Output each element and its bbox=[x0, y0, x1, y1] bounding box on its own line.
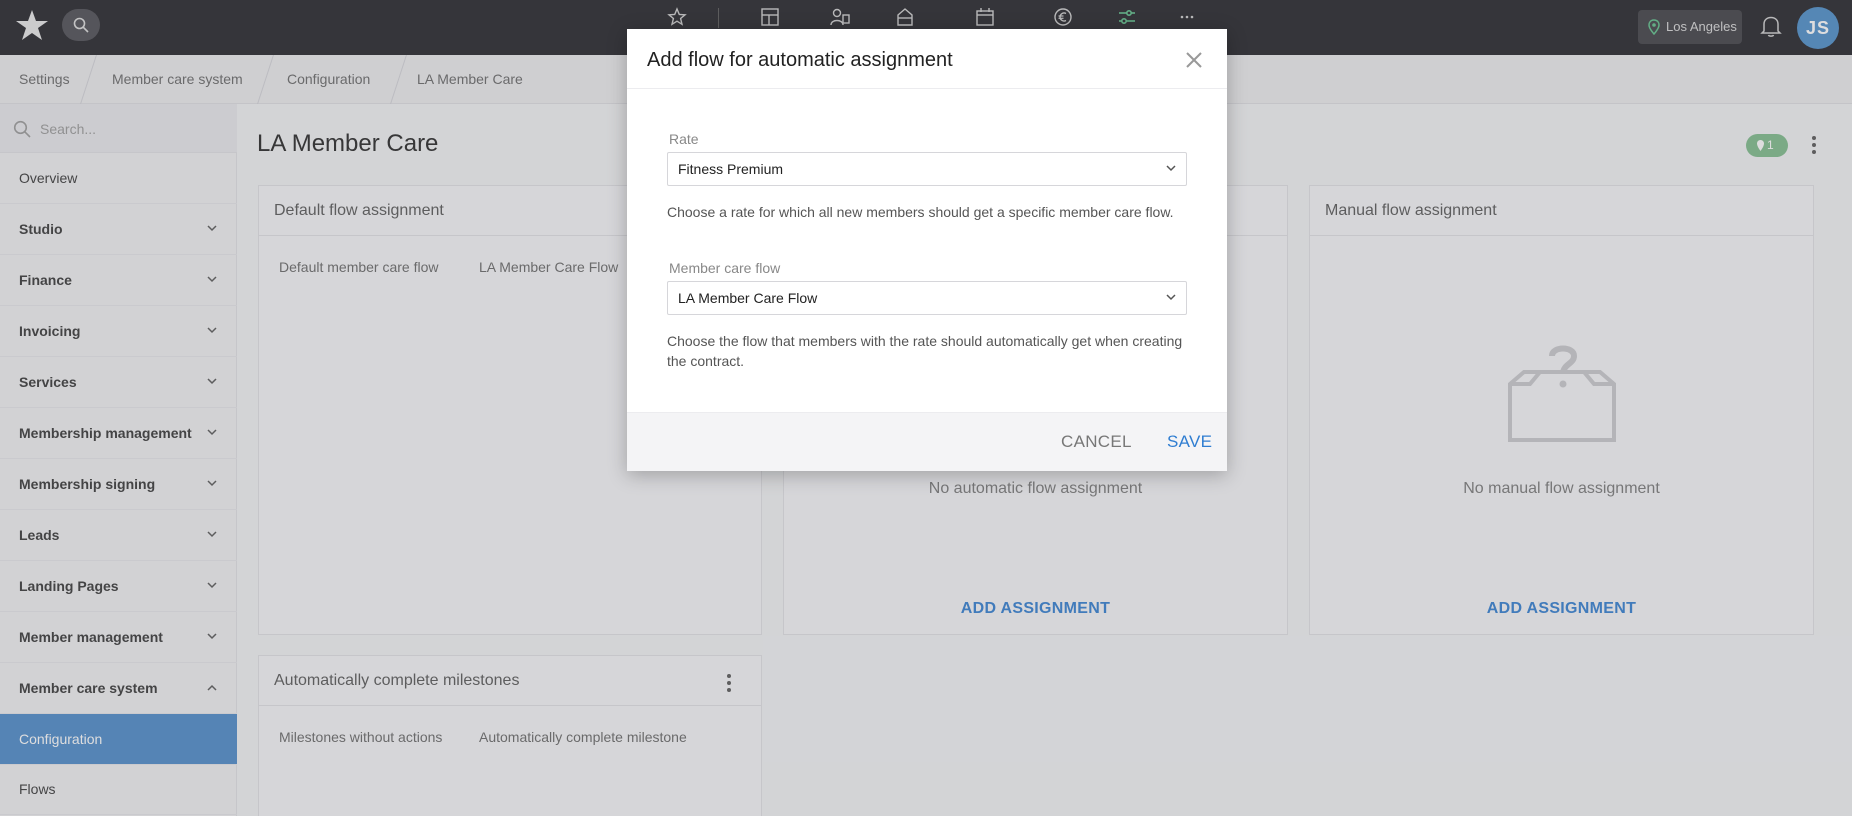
cancel-button[interactable]: CANCEL bbox=[1061, 432, 1132, 452]
modal-title: Add flow for automatic assignment bbox=[647, 49, 953, 71]
modal-footer: CANCEL SAVE bbox=[627, 412, 1227, 471]
flow-help-text: Choose the flow that members with the ra… bbox=[667, 333, 1183, 369]
modal-header: Add flow for automatic assignment bbox=[627, 29, 1227, 89]
add-flow-modal: Add flow for automatic assignment Rate F… bbox=[627, 29, 1227, 471]
member-care-flow-select[interactable]: LA Member Care Flow bbox=[667, 281, 1187, 315]
chevron-down-icon bbox=[1166, 165, 1176, 172]
member-care-flow-label: Member care flow bbox=[669, 260, 781, 276]
rate-select-value: Fitness Premium bbox=[678, 161, 784, 177]
close-icon[interactable] bbox=[1183, 49, 1205, 71]
rate-select[interactable]: Fitness Premium bbox=[667, 152, 1187, 186]
rate-help-text: Choose a rate for which all new members … bbox=[667, 204, 1174, 220]
flow-select-value: LA Member Care Flow bbox=[678, 290, 818, 306]
rate-label: Rate bbox=[669, 131, 699, 147]
chevron-down-icon bbox=[1166, 294, 1176, 301]
save-button[interactable]: SAVE bbox=[1167, 432, 1212, 452]
